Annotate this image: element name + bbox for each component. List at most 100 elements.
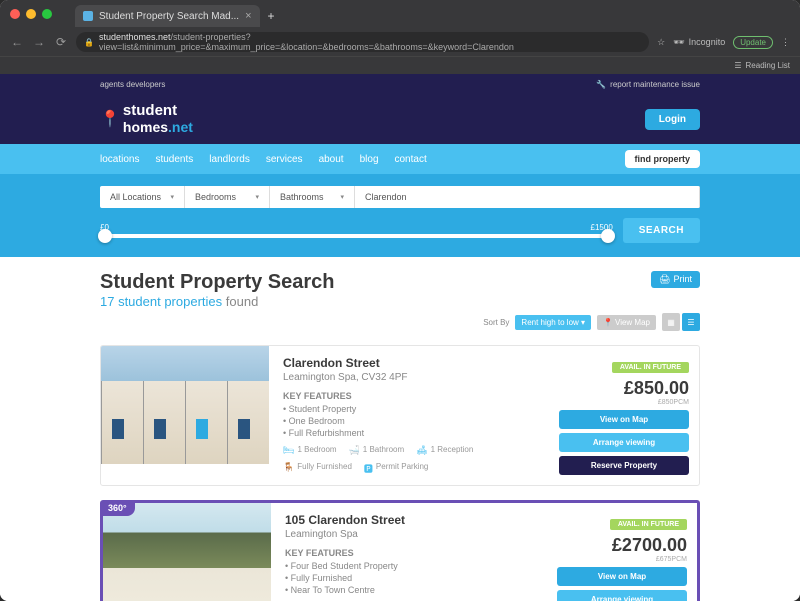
property-price: £850.00 — [559, 378, 689, 399]
badge-360: 360° — [100, 500, 135, 516]
key-features-label: KEY FEATURES — [285, 548, 543, 558]
close-window[interactable] — [10, 9, 20, 19]
page-title: Student Property Search — [100, 271, 335, 294]
browser-tab[interactable]: Student Property Search Mad... × — [75, 5, 260, 27]
found-label: found — [226, 294, 259, 309]
location-select[interactable]: All Locations▾ — [100, 186, 185, 208]
site-header: 📍 student homes.net Login — [0, 94, 800, 144]
top-links[interactable]: agents developers — [100, 80, 165, 89]
sort-select[interactable]: Rent high to low ▾ — [515, 315, 591, 330]
pin-icon: 📍 — [603, 318, 613, 327]
feature-item: Near To Town Centre — [285, 584, 543, 596]
menu-icon[interactable]: ⋮ — [781, 37, 790, 48]
wrench-icon: 🔧 — [596, 80, 606, 89]
address-bar: ← → ⟳ 🔒 studenthomes.net/student-propert… — [0, 28, 800, 56]
nav-landlords[interactable]: landlords — [209, 154, 250, 165]
search-panel: All Locations▾ Bedrooms▾ Bathrooms▾ Clar… — [0, 174, 800, 257]
minimize-window[interactable] — [26, 9, 36, 19]
reading-list-icon[interactable]: ☰ — [734, 61, 741, 70]
forward-button[interactable]: → — [32, 35, 46, 49]
maintenance-link[interactable]: 🔧 report maintenance issue — [596, 80, 700, 89]
spec-item: 🅿Permit Parking — [364, 462, 428, 475]
login-button[interactable]: Login — [645, 109, 700, 130]
price-pcm: £675PCM — [557, 556, 687, 563]
print-icon: 🖨 — [659, 274, 670, 285]
property-name[interactable]: Clarendon Street — [283, 356, 545, 370]
listing-row: 360° 105 Clarendon Street Leamington Spa… — [100, 500, 700, 601]
update-button[interactable]: Update — [733, 36, 773, 49]
listing-row: Clarendon Street Leamington Spa, CV32 4P… — [100, 345, 700, 486]
arrange-viewing-button[interactable]: Arrange viewing — [559, 433, 689, 452]
price-slider[interactable]: £0 £1500 — [100, 223, 613, 238]
arrange-viewing-button[interactable]: Arrange viewing — [557, 590, 687, 601]
nav-services[interactable]: services — [266, 154, 303, 165]
feature-item: Fully Furnished — [285, 572, 543, 584]
slider-thumb-min[interactable] — [98, 229, 112, 243]
chevron-down-icon: ▾ — [581, 318, 585, 327]
nav-about[interactable]: about — [319, 154, 344, 165]
spec-item: 🛋1 Reception — [416, 445, 473, 456]
list-view-toggle[interactable]: ☰ — [682, 313, 700, 331]
availability-badge: AVAIL. IN FUTURE — [610, 519, 687, 530]
star-icon[interactable]: ☆ — [657, 37, 665, 48]
search-button[interactable]: SEARCH — [623, 218, 700, 243]
park-icon: 🅿 — [364, 462, 373, 475]
spec-item: 🪑Fully Furnished — [283, 462, 352, 475]
property-price: £2700.00 — [557, 535, 687, 556]
print-button[interactable]: 🖨 Print — [651, 271, 700, 288]
availability-badge: AVAIL. IN FUTURE — [612, 362, 689, 373]
favicon-icon — [83, 11, 93, 21]
result-count: 17 student properties — [100, 294, 222, 309]
reserve-property-button[interactable]: Reserve Property — [559, 456, 689, 475]
feature-item: Student Property — [283, 403, 545, 415]
filter-row: All Locations▾ Bedrooms▾ Bathrooms▾ Clar… — [100, 186, 700, 208]
sortby-label: Sort By — [483, 318, 509, 327]
incognito-badge[interactable]: 🕶 Incognito — [673, 37, 725, 48]
furn-icon: 🪑 — [283, 462, 294, 475]
nav-blog[interactable]: blog — [360, 154, 379, 165]
chevron-down-icon: ▾ — [255, 193, 259, 201]
maximize-window[interactable] — [42, 9, 52, 19]
close-tab-icon[interactable]: × — [245, 10, 251, 22]
url-input[interactable]: 🔒 studenthomes.net/student-properties?vi… — [76, 32, 649, 52]
nav-contact[interactable]: contact — [395, 154, 427, 165]
reload-button[interactable]: ⟳ — [54, 35, 68, 49]
lock-icon: 🔒 — [84, 38, 94, 47]
bedrooms-select[interactable]: Bedrooms▾ — [185, 186, 270, 208]
back-button[interactable]: ← — [10, 35, 24, 49]
chevron-down-icon: ▾ — [340, 193, 344, 201]
view-on-map-button[interactable]: View on Map — [559, 410, 689, 429]
incognito-icon: 🕶 — [673, 37, 684, 48]
feature-item: Full Refurbishment — [283, 427, 545, 439]
grid-view-toggle[interactable]: ▦ — [662, 313, 680, 331]
find-property-button[interactable]: find property — [625, 150, 701, 168]
pin-icon: 📍 — [100, 109, 120, 129]
bathrooms-select[interactable]: Bathrooms▾ — [270, 186, 355, 208]
feature-item: Four Bed Student Property — [285, 560, 543, 572]
keyword-input[interactable]: Clarendon — [355, 186, 700, 208]
nav-students[interactable]: students — [155, 154, 193, 165]
view-map-button[interactable]: 📍View Map — [597, 315, 656, 330]
slider-thumb-max[interactable] — [601, 229, 615, 243]
spec-item: 🛁1 Bathroom — [349, 445, 405, 456]
browser-titlebar: Student Property Search Mad... × + — [0, 0, 800, 28]
logo[interactable]: 📍 student homes.net — [100, 102, 193, 136]
nav-locations[interactable]: locations — [100, 154, 139, 165]
feature-item: One Bedroom — [283, 415, 545, 427]
price-pcm: £850PCM — [559, 399, 689, 406]
results-area: Student Property Search 17 student prope… — [0, 257, 800, 601]
property-location: Leamington Spa, CV32 4PF — [283, 372, 545, 383]
property-image[interactable]: 360° — [103, 503, 271, 601]
top-strip: agents developers 🔧 report maintenance i… — [0, 74, 800, 94]
chevron-down-icon: ▾ — [170, 193, 174, 201]
property-location: Leamington Spa — [285, 529, 543, 540]
bed-icon: 🛏 — [283, 445, 294, 456]
reading-list-link[interactable]: Reading List — [746, 61, 790, 70]
main-nav: locations students landlords services ab… — [0, 144, 800, 174]
new-tab-button[interactable]: + — [260, 5, 283, 27]
key-features-label: KEY FEATURES — [283, 391, 545, 401]
view-on-map-button[interactable]: View on Map — [557, 567, 687, 586]
sofa-icon: 🛋 — [416, 445, 427, 456]
property-image[interactable] — [101, 346, 269, 464]
property-name[interactable]: 105 Clarendon Street — [285, 513, 543, 527]
